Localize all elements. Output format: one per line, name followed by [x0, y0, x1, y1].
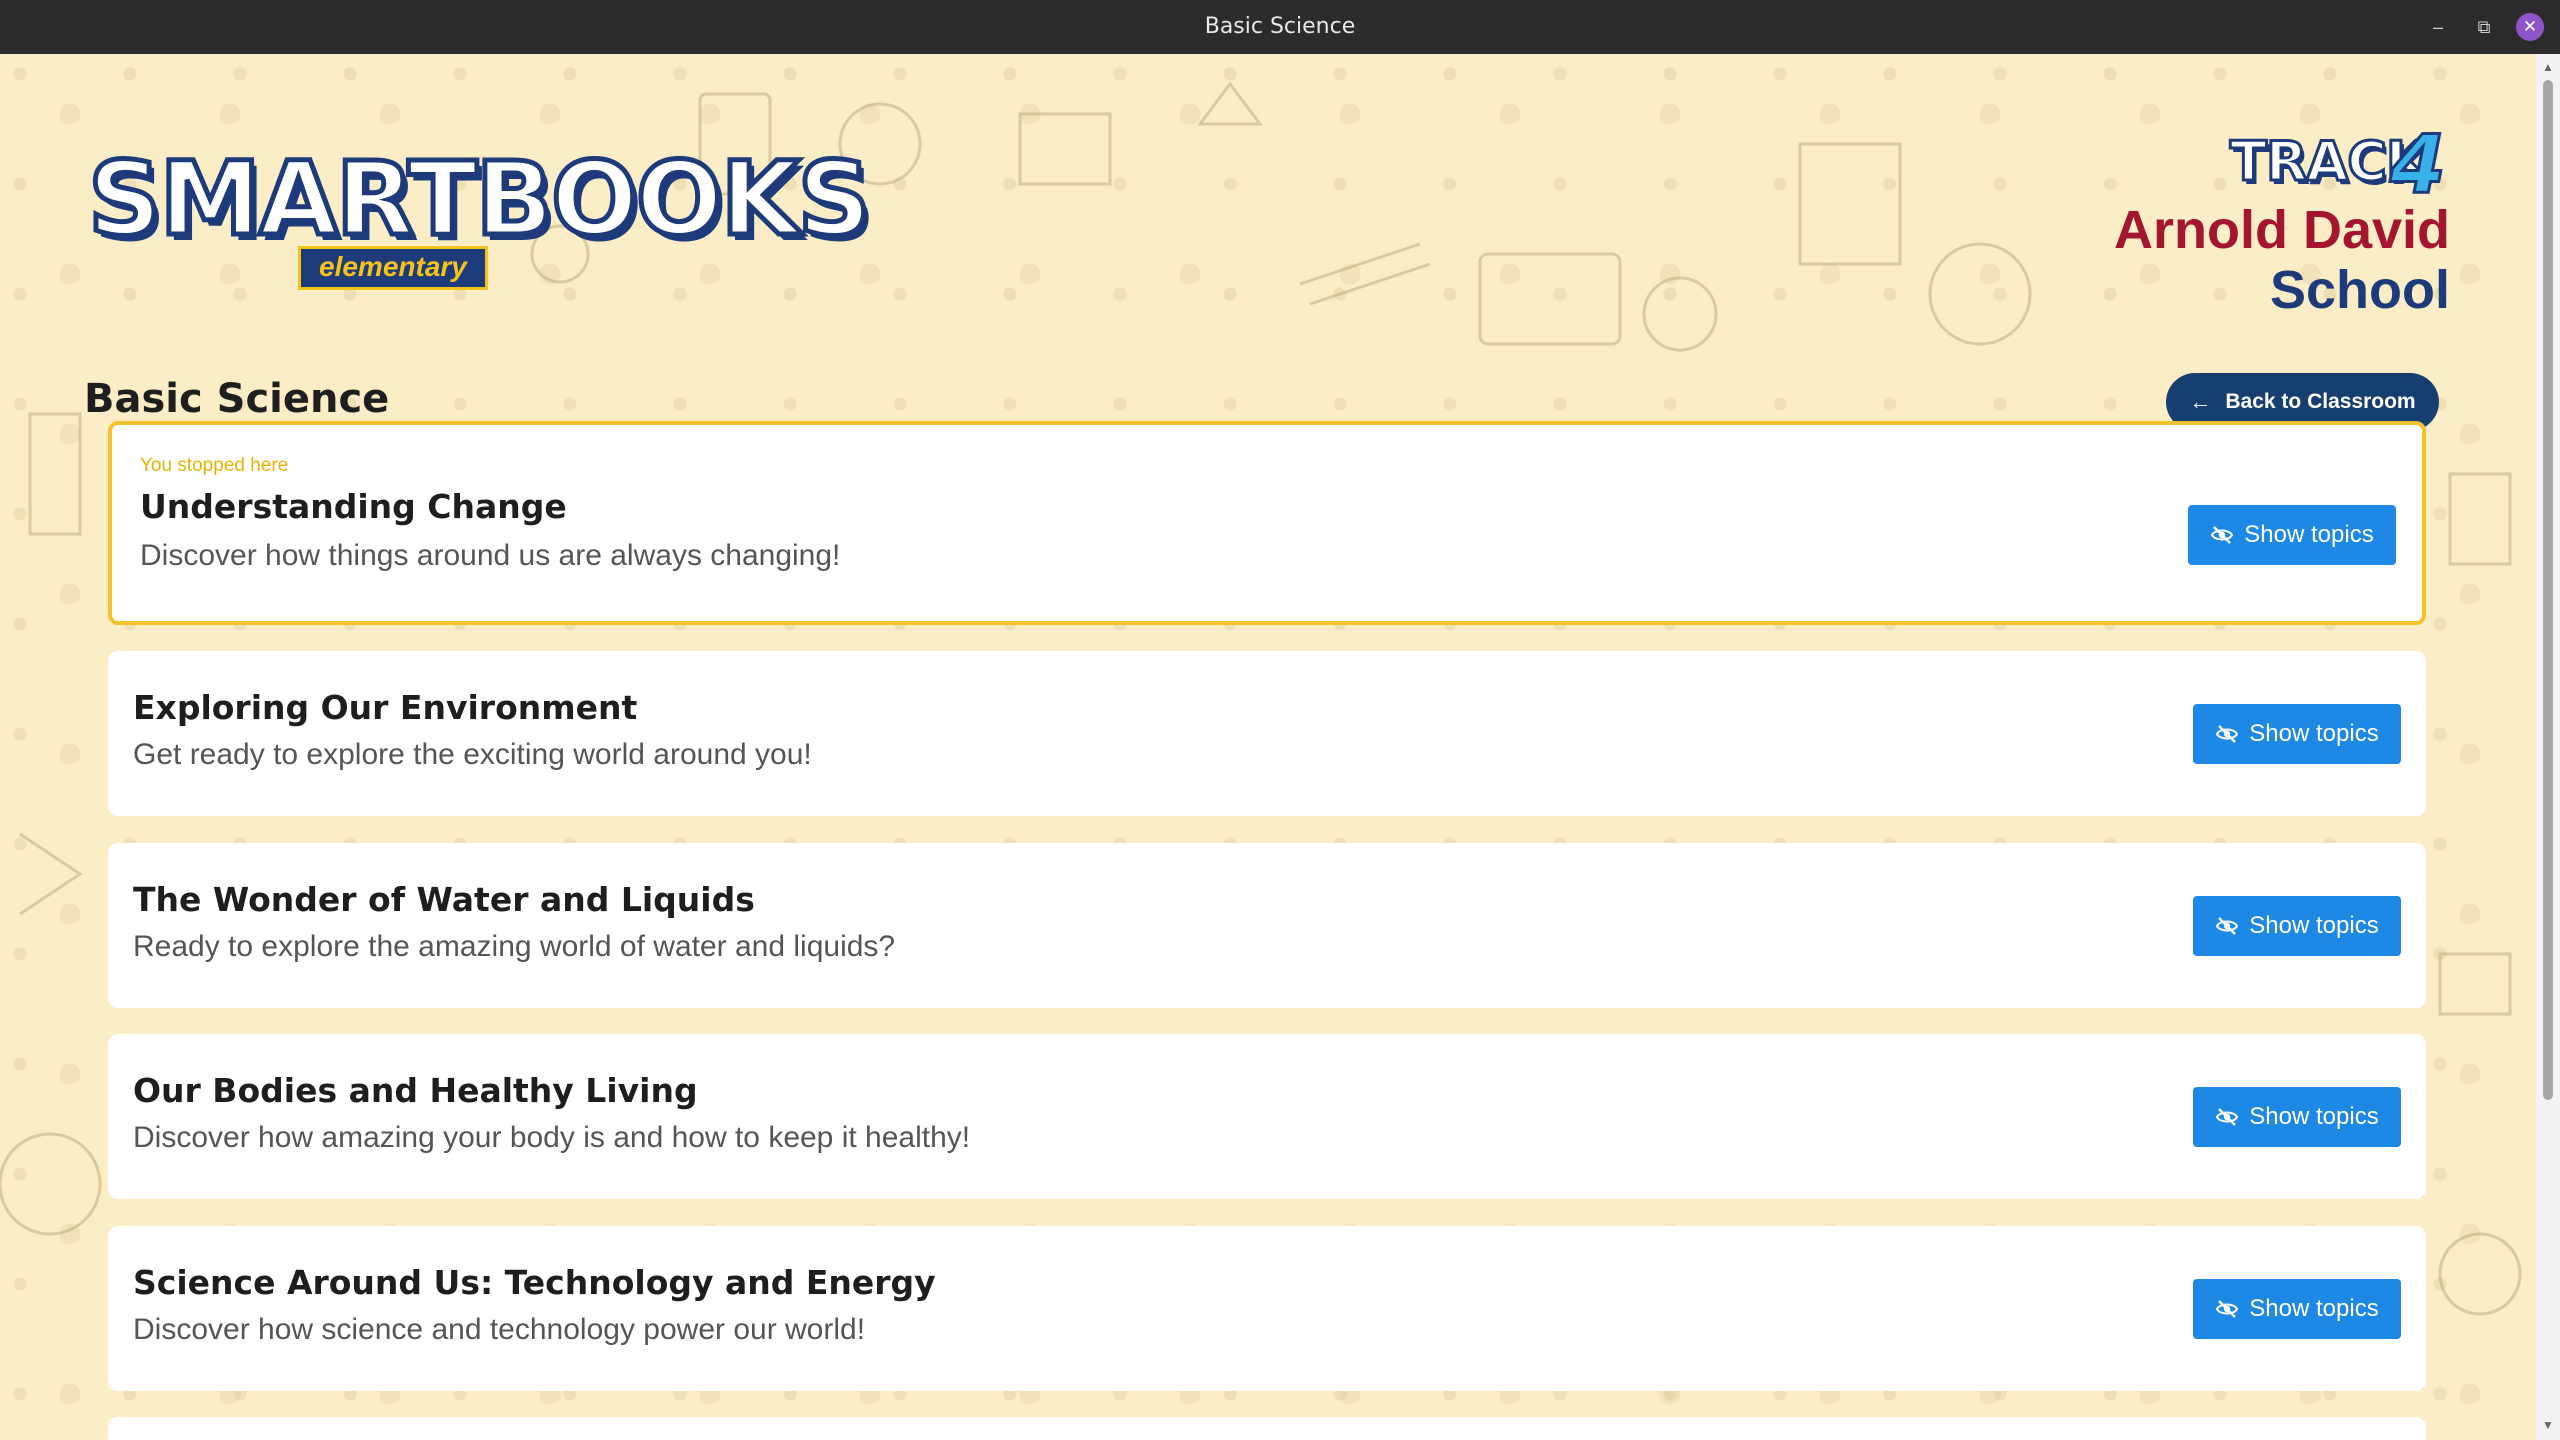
module-card: Our Bodies and Healthy Living Discover h…: [108, 1034, 2426, 1199]
module-title: Our Bodies and Healthy Living: [133, 1071, 698, 1110]
eye-slash-icon: [2216, 917, 2239, 935]
eye-slash-icon: [2211, 526, 2234, 544]
page-content: SMARTBOOKS elementary TRACK 4 Arnold Dav…: [0, 54, 2536, 1440]
show-topics-button[interactable]: Show topics: [2193, 1279, 2401, 1339]
module-title: Science Around Us: Technology and Energy: [133, 1263, 936, 1302]
show-topics-label: Show topics: [2249, 912, 2379, 939]
window-title: Basic Science: [1204, 14, 1356, 39]
back-button-label: Back to Classroom: [2225, 390, 2416, 413]
module-description: Discover how science and technology powe…: [133, 1313, 866, 1346]
module-card: [108, 1417, 2426, 1440]
vertical-scrollbar[interactable]: ▲ ▼: [2536, 54, 2560, 1440]
module-description: Discover how amazing your body is and ho…: [133, 1121, 971, 1154]
restore-button[interactable]: ⧉: [2469, 12, 2499, 42]
page-title: Basic Science: [84, 376, 390, 422]
show-topics-button[interactable]: Show topics: [2193, 896, 2401, 956]
show-topics-button[interactable]: Show topics: [2193, 704, 2401, 764]
scroll-up-icon[interactable]: ▲: [2536, 60, 2560, 76]
logo-subtitle: elementary: [298, 246, 488, 290]
close-button[interactable]: ✕: [2516, 13, 2544, 41]
school-name-rest: School: [2269, 260, 2450, 320]
minimize-button[interactable]: –: [2423, 12, 2453, 42]
module-card: Science Around Us: Technology and Energy…: [108, 1226, 2426, 1391]
show-topics-label: Show topics: [2249, 1295, 2379, 1322]
eye-slash-icon: [2216, 725, 2239, 743]
scroll-down-icon[interactable]: ▼: [2536, 1418, 2560, 1434]
smartbooks-logo: SMARTBOOKS elementary: [85, 106, 874, 296]
show-topics-label: Show topics: [2249, 720, 2379, 747]
show-topics-button[interactable]: Show topics: [2193, 1087, 2401, 1147]
track-number: 4: [2389, 117, 2448, 213]
module-card: Exploring Our Environment Get ready to e…: [108, 651, 2426, 816]
eye-slash-icon: [2216, 1108, 2239, 1126]
school-name: Arnold David School: [2114, 200, 2450, 320]
show-topics-label: Show topics: [2249, 1103, 2379, 1130]
show-topics-label: Show topics: [2244, 521, 2374, 548]
module-title: The Wonder of Water and Liquids: [133, 880, 755, 919]
module-title: Exploring Our Environment: [133, 688, 638, 727]
eye-slash-icon: [2216, 1300, 2239, 1318]
arrow-left-icon: ←: [2189, 389, 2212, 414]
track-badge: TRACK 4: [2229, 117, 2450, 213]
stopped-here-label: You stopped here: [140, 455, 289, 476]
module-description: Discover how things around us are always…: [140, 539, 841, 572]
module-title: Understanding Change: [140, 487, 567, 526]
show-topics-button[interactable]: Show topics: [2188, 505, 2396, 565]
scrollbar-thumb[interactable]: [2543, 80, 2553, 1100]
logo-wordmark: SMARTBOOKS: [85, 138, 873, 262]
module-description: Ready to explore the amazing world of wa…: [133, 930, 896, 963]
window-titlebar: Basic Science – ⧉ ✕: [0, 0, 2560, 54]
module-card: The Wonder of Water and Liquids Ready to…: [108, 843, 2426, 1008]
module-card: You stopped here Understanding Change Di…: [108, 421, 2426, 625]
school-name-first: Arnold David: [2113, 200, 2450, 260]
module-description: Get ready to explore the exciting world …: [133, 738, 812, 771]
